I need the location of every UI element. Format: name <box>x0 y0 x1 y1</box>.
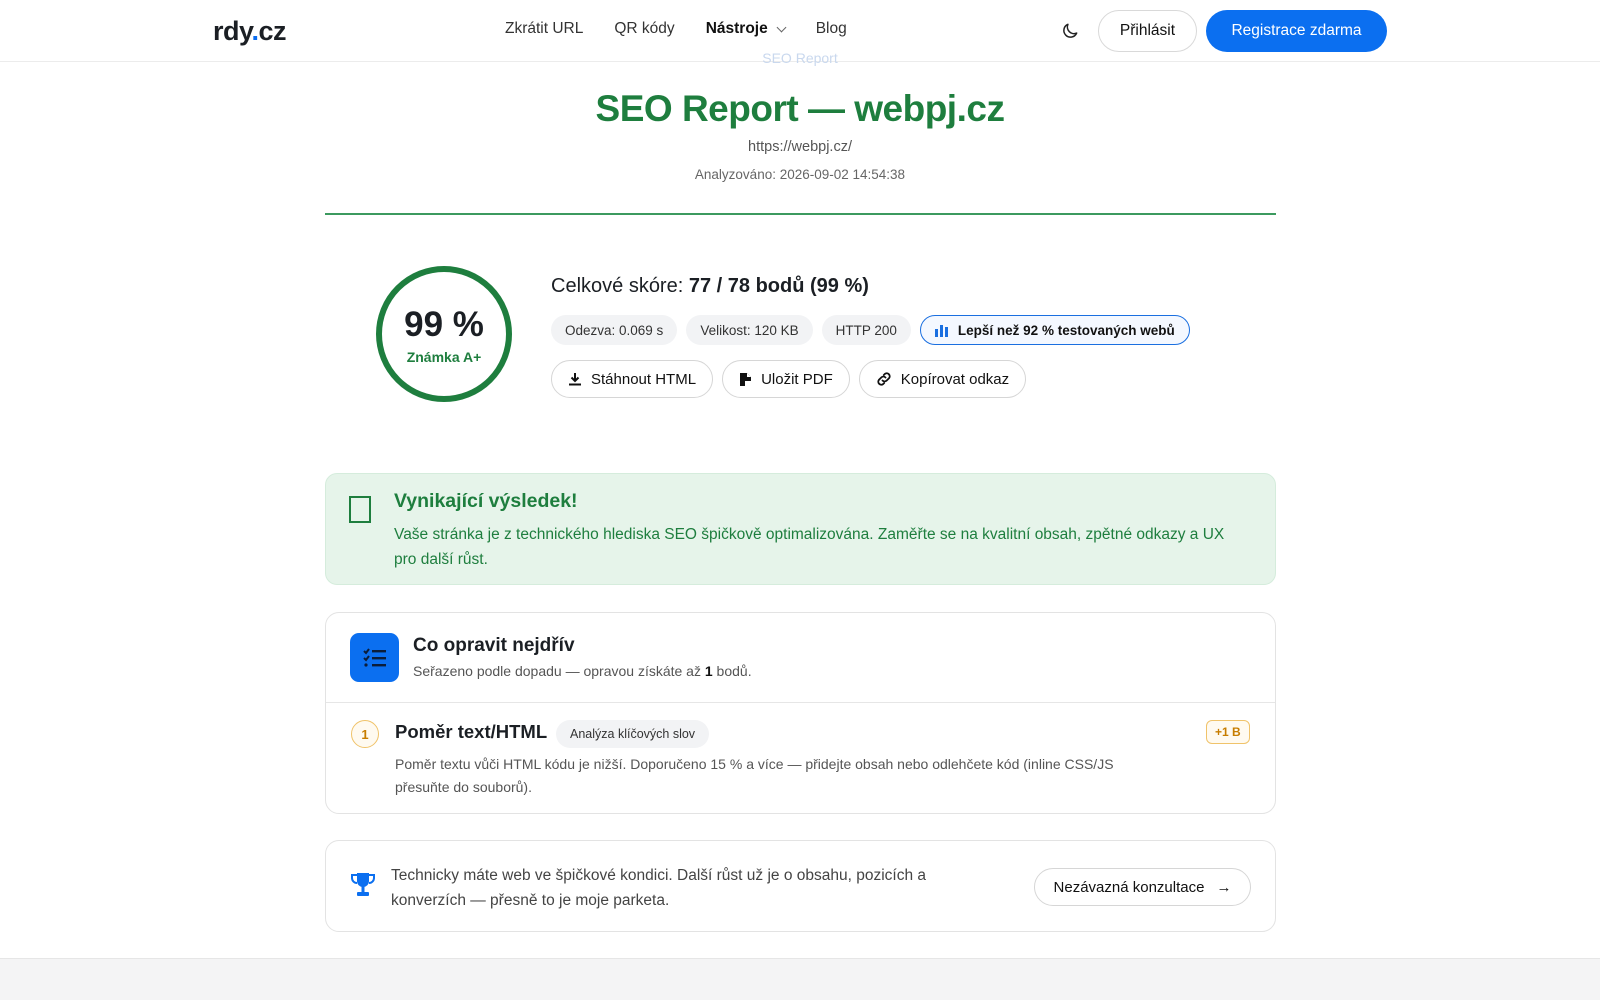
download-icon <box>569 373 581 386</box>
report-actions: Stáhnout HTML Uložit PDF Kopírovat odkaz <box>551 360 1027 398</box>
copy-link-label: Kopírovat odkaz <box>900 370 1010 388</box>
fix-item-points: +1 B <box>1206 720 1250 744</box>
save-pdf-label: Uložit PDF <box>761 370 833 388</box>
nav-tools[interactable]: Nástroje <box>705 20 787 38</box>
fix-item-number: 1 <box>351 720 379 748</box>
score-stats: Odezva: 0.069 s Velikost: 120 KB HTTP 20… <box>551 315 1190 345</box>
register-button[interactable]: Registrace zdarma <box>1206 10 1387 52</box>
page-title: SEO Report — webpj.cz <box>595 88 1005 129</box>
fix-item-category: Analýza klíčových slov <box>556 720 710 748</box>
copy-link-button[interactable]: Kopírovat odkaz <box>858 360 1027 398</box>
arrow-right-icon: → <box>1216 878 1232 896</box>
title-divider <box>325 213 1276 215</box>
nav-shorten-url[interactable]: Zkrátit URL <box>505 20 583 38</box>
checklist-icon <box>350 633 399 682</box>
moon-icon[interactable] <box>1060 21 1080 41</box>
success-text: Vaše stránka je z technického hlediska S… <box>394 526 1225 568</box>
trophy-icon <box>351 873 375 896</box>
login-button[interactable]: Přihlásit <box>1098 10 1197 52</box>
nav-qr-codes[interactable]: QR kódy <box>614 20 674 38</box>
ghost-breadcrumb: SEO Report <box>762 50 838 66</box>
footer-band <box>0 958 1600 1000</box>
report-url: https://webpj.cz/ <box>748 139 852 155</box>
pdf-icon <box>740 372 752 386</box>
score-ring: 99 % Známka A+ <box>376 266 512 402</box>
link-icon <box>877 372 891 386</box>
response-time-chip: Odezva: 0.069 s <box>551 315 678 345</box>
consultation-button[interactable]: Nezávazná konzultace → <box>1034 868 1251 906</box>
percentile-chip: Lepší než 92 % testovaných webů <box>919 315 1190 345</box>
site-logo[interactable]: rdy.cz <box>213 16 287 47</box>
download-html-button[interactable]: Stáhnout HTML <box>551 360 714 398</box>
score-percent: 99 % <box>404 305 484 344</box>
fix-item-description: Poměr textu vůči HTML kódu je nižší. Dop… <box>395 756 1114 795</box>
chevron-down-icon <box>776 22 787 32</box>
nav-blog[interactable]: Blog <box>816 20 847 38</box>
fix-card-title: Co opravit nejdřív <box>413 635 575 656</box>
page-size-chip: Velikost: 120 KB <box>686 315 813 345</box>
bar-chart-icon <box>934 324 948 337</box>
percentile-label: Lepší než 92 % testovaných webů <box>957 322 1175 338</box>
consultation-cta: Technicky máte web ve špičkové kondici. … <box>325 840 1276 932</box>
download-html-label: Stáhnout HTML <box>591 370 697 388</box>
fix-first-card: Co opravit nejdřív Seřazeno podle dopadu… <box>325 612 1276 814</box>
success-alert: Vynikající výsledek! Vaše stránka je z t… <box>325 473 1276 585</box>
analyzed-timestamp: Analyzováno: 2026-09-02 14:54:38 <box>694 167 906 182</box>
success-icon <box>349 496 371 523</box>
card-divider <box>326 702 1275 703</box>
cta-text: Technicky máte web ve špičkové kondici. … <box>391 867 927 909</box>
consultation-label: Nezávazná konzultace <box>1053 878 1205 896</box>
fix-card-subtitle: Seřazeno podle dopadu — opravou získáte … <box>413 663 752 679</box>
main-nav: Zkrátit URL QR kódy Nástroje Blog <box>505 20 847 38</box>
save-pdf-button[interactable]: Uložit PDF <box>722 360 850 398</box>
nav-tools-label: Nástroje <box>705 20 768 37</box>
score-grade: Známka A+ <box>406 349 482 365</box>
success-title: Vynikající výsledek! <box>394 490 578 512</box>
fix-item-title: Poměr text/HTML <box>395 721 548 742</box>
http-status-chip: HTTP 200 <box>821 315 911 345</box>
overall-score: Celkové skóre: 77 / 78 bodů (99 %) <box>551 275 869 297</box>
